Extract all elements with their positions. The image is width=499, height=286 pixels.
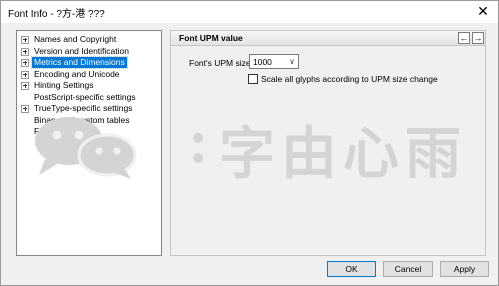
tree-item-hinting-settings[interactable]: Hinting Settings [21,80,96,91]
tree-item-label: Hinting Settings [34,80,94,90]
scale-glyphs-checkbox[interactable] [248,74,258,84]
tree-item-metrics-and-dimensions[interactable]: Metrics and Dimensions [21,56,128,69]
previous-page-button[interactable]: ← [458,32,470,44]
tree-item-font-note[interactable]: Font note [21,126,72,137]
window-title: Font Info - ?方-港 ??? [8,9,105,20]
tree-item-binary-and-custom-tables[interactable]: Binary and custom tables [21,115,131,126]
next-page-button[interactable]: → [472,32,484,44]
upm-size-label: Font's UPM size: [189,58,253,68]
tree-item-postscript-settings[interactable]: PostScript-specific settings [21,92,138,103]
font-info-dialog: Font Info - ?方-港 ??? ✕ Names and Copyrig… [0,0,499,286]
expand-icon[interactable] [21,104,29,113]
scale-glyphs-label[interactable]: Scale all glyphs according to UPM size c… [261,74,438,84]
tree-item-label: Names and Copyright [34,34,117,44]
ok-button[interactable]: OK [327,261,376,277]
close-button[interactable]: ✕ [475,3,491,19]
settings-panel: Font UPM value ← → Font's UPM size: 1000… [170,30,486,256]
title-bar[interactable]: Font Info - ?方-港 ??? ✕ [1,1,498,23]
tree-item-encoding-and-unicode[interactable]: Encoding and Unicode [21,69,122,80]
section-tree[interactable]: Names and Copyright Version and Identifi… [16,30,162,256]
apply-button[interactable]: Apply [440,261,489,277]
tree-item-truetype-settings[interactable]: TrueType-specific settings [21,103,134,114]
panel-header: Font UPM value ← → [171,31,485,46]
expand-icon[interactable] [21,35,29,44]
tree-item-label: Metrics and Dimensions [31,56,128,69]
tree-item-label: Encoding and Unicode [34,69,120,79]
tree-item-label: Version and Identification [34,46,129,56]
tree-item-names-and-copyright[interactable]: Names and Copyright [21,34,118,45]
chevron-down-icon[interactable]: ∨ [289,57,295,66]
tree-item-label: TrueType-specific settings [34,103,133,113]
upm-size-value: 1000 [253,57,272,67]
tree-item-label: PostScript-specific settings [34,92,136,102]
panel-title: Font UPM value [179,33,243,43]
expand-icon[interactable] [21,70,29,79]
tree-item-version-and-identification[interactable]: Version and Identification [21,46,131,57]
expand-icon[interactable] [21,81,29,90]
tree-item-label: Binary and custom tables [34,115,130,125]
cancel-button[interactable]: Cancel [383,261,433,277]
expand-icon[interactable] [21,47,29,56]
expand-icon[interactable] [21,58,29,67]
tree-item-label: Font note [34,126,70,136]
upm-size-select[interactable]: 1000 ∨ [249,54,299,69]
